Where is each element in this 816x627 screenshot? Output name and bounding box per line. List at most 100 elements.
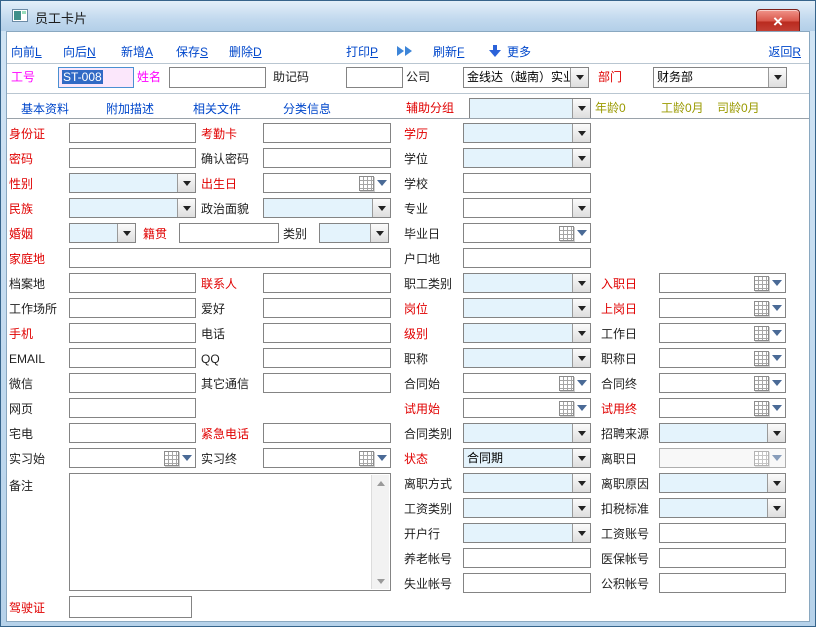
toolbar-button-next[interactable]: 向后N xyxy=(63,43,96,60)
field-datepicker-contractstart[interactable] xyxy=(463,373,591,393)
dropdown-button[interactable] xyxy=(767,424,785,442)
textarea-scrollbar[interactable] xyxy=(371,475,389,589)
dropdown-button[interactable] xyxy=(768,68,786,87)
field-datepicker-internend[interactable] xyxy=(263,448,391,468)
field-datepicker-birthday[interactable] xyxy=(263,173,391,193)
field-select-category[interactable] xyxy=(319,223,389,243)
field-input-emergphone[interactable] xyxy=(263,423,391,443)
field-datepicker-graduation[interactable] xyxy=(463,223,591,243)
field-select-taxstandard[interactable] xyxy=(659,498,786,518)
tab-extra[interactable]: 附加描述 xyxy=(106,100,154,117)
dropdown-button[interactable] xyxy=(572,499,590,517)
field-input-mobile[interactable] xyxy=(69,323,196,343)
field-datepicker-onboarddate[interactable] xyxy=(659,298,786,318)
field-select-leavemethod[interactable] xyxy=(463,473,591,493)
field-input-medicalacct[interactable] xyxy=(659,548,786,568)
field-select-contracttype[interactable] xyxy=(463,423,591,443)
field-input-homephone[interactable] xyxy=(69,423,196,443)
field-input-idcard[interactable] xyxy=(69,123,196,143)
tab-basic[interactable]: 基本资料 xyxy=(21,100,69,117)
field-input-confirmpwd[interactable] xyxy=(263,148,391,168)
dropdown-button[interactable] xyxy=(572,299,590,317)
header-input-mnemonic[interactable] xyxy=(346,67,403,88)
dropdown-button[interactable] xyxy=(572,324,590,342)
dropdown-button[interactable] xyxy=(177,174,195,192)
toolbar-button-add[interactable]: 新增A xyxy=(121,43,153,60)
field-input-pensionacct[interactable] xyxy=(463,548,591,568)
header-input-empno[interactable]: ST-008 xyxy=(58,67,134,88)
field-select-education[interactable] xyxy=(463,123,591,143)
header-select-department[interactable]: 财务部 xyxy=(653,67,787,88)
dropdown-button[interactable] xyxy=(767,499,785,517)
field-input-othercomm[interactable] xyxy=(263,373,391,393)
field-input-hukou[interactable] xyxy=(463,248,591,268)
field-input-password[interactable] xyxy=(69,148,196,168)
field-select-status[interactable]: 合同期 xyxy=(463,448,591,468)
field-input-unemployacct[interactable] xyxy=(463,573,591,593)
dropdown-button[interactable] xyxy=(572,449,590,467)
field-select-level[interactable] xyxy=(463,323,591,343)
field-input-driverlic[interactable] xyxy=(69,596,192,618)
field-input-phone[interactable] xyxy=(263,323,391,343)
toolbar-button-refresh[interactable]: 刷新F xyxy=(433,43,464,60)
field-select-degree[interactable] xyxy=(463,148,591,168)
field-select-recruitsrc[interactable] xyxy=(659,423,786,443)
field-input-school[interactable] xyxy=(463,173,591,193)
dropdown-button[interactable] xyxy=(117,224,135,242)
dropdown-button[interactable] xyxy=(572,524,590,542)
field-datepicker-titledate[interactable] xyxy=(659,348,786,368)
double-arrow-icon[interactable] xyxy=(397,46,413,56)
field-input-workplace[interactable] xyxy=(69,298,196,318)
field-input-nativeplace[interactable] xyxy=(179,223,279,243)
field-datepicker-contractend[interactable] xyxy=(659,373,786,393)
dropdown-button[interactable] xyxy=(572,474,590,492)
toolbar-button-prev[interactable]: 向前L xyxy=(11,43,42,60)
field-datepicker-hiredate[interactable] xyxy=(659,273,786,293)
field-select-salarytype[interactable] xyxy=(463,498,591,518)
field-select-gender[interactable] xyxy=(69,173,196,193)
dropdown-button[interactable] xyxy=(570,68,588,87)
field-input-wechat[interactable] xyxy=(69,373,196,393)
dropdown-button[interactable] xyxy=(572,199,590,217)
dropdown-button[interactable] xyxy=(572,349,590,367)
field-textarea-remarks[interactable] xyxy=(69,473,391,591)
scroll-down-button[interactable] xyxy=(372,573,389,589)
dropdown-button[interactable] xyxy=(767,474,785,492)
field-input-webpage[interactable] xyxy=(69,398,196,418)
field-input-fundacct[interactable] xyxy=(659,573,786,593)
toolbar-button-save[interactable]: 保存S xyxy=(176,43,208,60)
field-datepicker-workdate[interactable] xyxy=(659,323,786,343)
field-input-archiveaddr[interactable] xyxy=(69,273,196,293)
field-datepicker-trialend[interactable] xyxy=(659,398,786,418)
field-input-attendcard[interactable] xyxy=(263,123,391,143)
field-input-contact[interactable] xyxy=(263,273,391,293)
scroll-up-button[interactable] xyxy=(372,475,389,491)
field-select-marriage[interactable] xyxy=(69,223,136,243)
header-input-name[interactable] xyxy=(169,67,266,88)
field-input-homeaddr[interactable] xyxy=(69,248,391,268)
dropdown-button[interactable] xyxy=(370,224,388,242)
dropdown-button[interactable] xyxy=(572,424,590,442)
field-input-salaryacct[interactable] xyxy=(659,523,786,543)
field-select-emptype[interactable] xyxy=(463,273,591,293)
field-datepicker-leavedate[interactable] xyxy=(659,448,786,468)
toolbar-button-back[interactable]: 返回R xyxy=(768,43,801,60)
toolbar-button-delete[interactable]: 删除D xyxy=(229,43,262,60)
dropdown-button[interactable] xyxy=(572,149,590,167)
toolbar-button-more[interactable]: 更多 xyxy=(489,43,531,60)
field-select-bank[interactable] xyxy=(463,523,591,543)
field-select-political[interactable] xyxy=(263,198,391,218)
aux-group-select[interactable] xyxy=(469,98,591,119)
field-input-email[interactable] xyxy=(69,348,196,368)
dropdown-button[interactable] xyxy=(372,199,390,217)
toolbar-button-print[interactable]: 打印P xyxy=(346,43,378,60)
field-datepicker-trialstart[interactable] xyxy=(463,398,591,418)
field-input-qq[interactable] xyxy=(263,348,391,368)
header-select-company[interactable]: 金线达（越南）实业 xyxy=(463,67,589,88)
tab-files[interactable]: 相关文件 xyxy=(193,100,241,117)
field-select-leavereason[interactable] xyxy=(659,473,786,493)
field-select-major[interactable] xyxy=(463,198,591,218)
tab-classes[interactable]: 分类信息 xyxy=(283,100,331,117)
dropdown-button[interactable] xyxy=(177,199,195,217)
field-select-jobtitle[interactable] xyxy=(463,348,591,368)
